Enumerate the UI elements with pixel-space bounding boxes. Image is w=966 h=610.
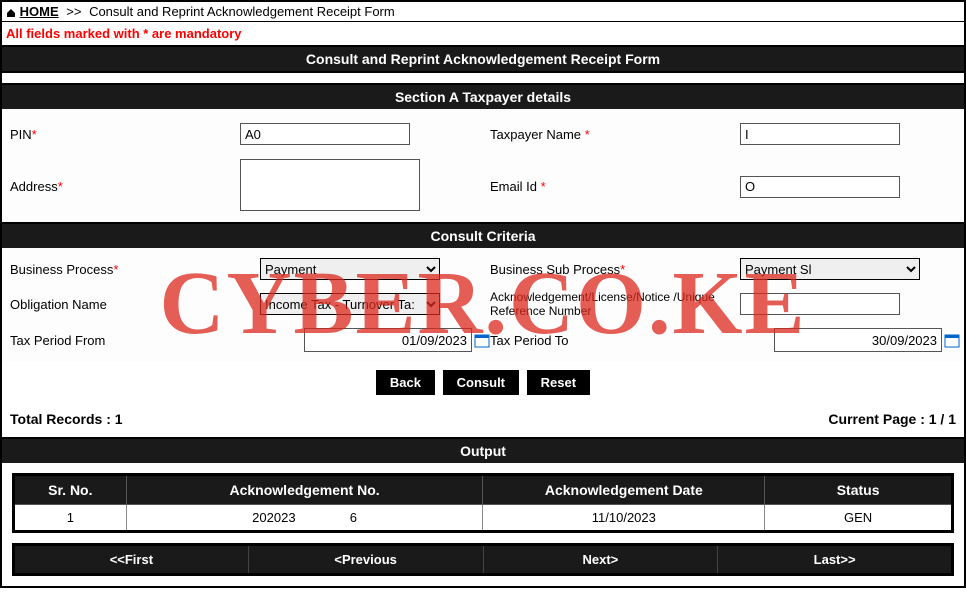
address-input[interactable]: [240, 159, 420, 211]
cell-status: GEN: [765, 505, 953, 532]
address-label: Address*: [10, 179, 240, 194]
output-header: Output: [2, 437, 964, 463]
pager-first[interactable]: <<First: [14, 545, 249, 575]
email-label: Email Id *: [490, 179, 740, 194]
obligation-label: Obligation Name: [10, 297, 260, 312]
breadcrumb-sep: >>: [62, 4, 85, 19]
breadcrumb: HOME >> Consult and Reprint Acknowledgem…: [2, 2, 964, 22]
cell-ack: 202023 6: [126, 505, 483, 532]
calendar-icon[interactable]: [474, 332, 490, 348]
col-sr: Sr. No.: [14, 475, 127, 505]
ref-input[interactable]: [740, 293, 900, 315]
consult-button[interactable]: Consult: [443, 370, 519, 395]
pager-next[interactable]: Next>: [483, 545, 718, 575]
back-button[interactable]: Back: [376, 370, 435, 395]
output-table: Sr. No. Acknowledgement No. Acknowledgem…: [12, 473, 954, 533]
period-to-input[interactable]: [774, 328, 942, 352]
email-input[interactable]: [740, 176, 900, 198]
business-process-select[interactable]: Payment: [260, 258, 440, 280]
table-row[interactable]: 1 202023 6 11/10/2023 GEN: [14, 505, 953, 532]
col-date: Acknowledgement Date: [483, 475, 765, 505]
period-from-label: Tax Period From: [10, 333, 260, 348]
taxpayer-name-label: Taxpayer Name *: [490, 127, 740, 142]
cell-sr: 1: [14, 505, 127, 532]
mandatory-note: All fields marked with * are mandatory: [2, 22, 964, 45]
reset-button[interactable]: Reset: [527, 370, 590, 395]
pin-input[interactable]: [240, 123, 410, 145]
breadcrumb-current: Consult and Reprint Acknowledgement Rece…: [89, 4, 395, 19]
obligation-select[interactable]: Income Tax - Turnover Ta:: [260, 293, 440, 315]
business-sub-process-select[interactable]: Payment Sl: [740, 258, 920, 280]
business-process-label: Business Process*: [10, 262, 260, 277]
pager-last[interactable]: Last>>: [718, 545, 953, 575]
ref-label: Acknowledgement/License/Notice /Unique R…: [490, 290, 740, 318]
period-from-input[interactable]: [304, 328, 472, 352]
col-status: Status: [765, 475, 953, 505]
current-page: Current Page : 1 / 1: [828, 411, 956, 427]
pager: <<First <Previous Next> Last>>: [12, 543, 954, 576]
home-link[interactable]: HOME: [20, 4, 59, 19]
pager-prev[interactable]: <Previous: [248, 545, 483, 575]
cell-date: 11/10/2023: [483, 505, 765, 532]
pin-label: PIN*: [10, 127, 240, 142]
business-sub-process-label: Business Sub Process*: [490, 262, 740, 277]
col-ack: Acknowledgement No.: [126, 475, 483, 505]
page-title: Consult and Reprint Acknowledgement Rece…: [2, 45, 964, 71]
calendar-icon[interactable]: [944, 332, 960, 348]
taxpayer-name-input[interactable]: [740, 123, 900, 145]
total-records: Total Records : 1: [10, 411, 123, 427]
period-to-label: Tax Period To: [490, 333, 740, 348]
section-a-header: Section A Taxpayer details: [2, 83, 964, 109]
consult-criteria-header: Consult Criteria: [2, 222, 964, 248]
home-icon: [6, 8, 16, 18]
